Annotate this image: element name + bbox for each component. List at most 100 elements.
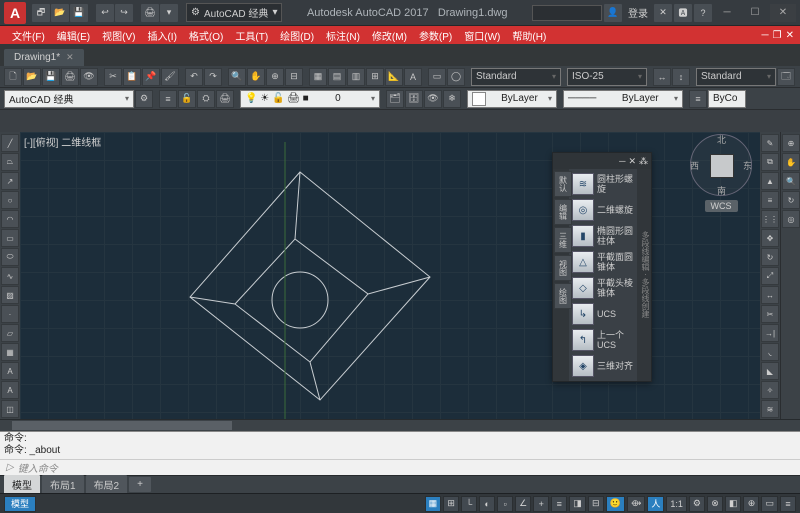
tool-btn[interactable]: 👁	[80, 68, 98, 86]
status-dyn-button[interactable]: +	[533, 496, 549, 512]
linetype-combo[interactable]: ──── ByLayer▾	[563, 90, 683, 108]
qat-button[interactable]: 💾	[70, 4, 88, 22]
palette-menu-icon[interactable]: ─	[619, 156, 625, 166]
line-tool[interactable]: ╱	[1, 134, 19, 152]
status-annoscale-button[interactable]: ⟴	[627, 496, 645, 512]
table-tool[interactable]: ▦	[1, 343, 19, 361]
viewcube-south[interactable]: 南	[717, 184, 726, 197]
status-grid-button[interactable]: ▦	[425, 496, 442, 512]
region-tool[interactable]: ▱	[1, 324, 19, 342]
tool-btn[interactable]: 👁	[424, 90, 442, 108]
layer-combo[interactable]: 💡 ☀ 🔓 🖨 ■ 0▾	[240, 90, 380, 108]
tool-btn[interactable]: ▦	[309, 68, 327, 86]
tool-btn[interactable]: ↔	[653, 68, 671, 86]
status-iso-button[interactable]: ◧	[725, 496, 742, 512]
scale-tool[interactable]: ⤢	[761, 267, 779, 285]
tool-btn[interactable]: 🖨	[216, 90, 234, 108]
palette-close-icon[interactable]: ✕	[628, 156, 636, 167]
palette-item[interactable]: ↳UCS	[571, 302, 635, 326]
viewcube[interactable]: ⌂ 北 南 东 西 WCS	[688, 134, 754, 212]
arc-tool[interactable]: ◠	[1, 210, 19, 228]
tool-btn[interactable]: ▤	[328, 68, 346, 86]
viewcube-home-icon[interactable]: ⌂	[686, 132, 692, 135]
tool-btn[interactable]: 💾	[42, 68, 60, 86]
chamfer-tool[interactable]: ◣	[761, 362, 779, 380]
nav-tool[interactable]: 🔍	[782, 172, 800, 190]
help-search-input[interactable]	[532, 5, 602, 21]
qat-dropdown-icon[interactable]: ▾	[160, 4, 178, 22]
style-combo[interactable]: Standard▾	[471, 68, 561, 86]
rotate-tool[interactable]: ↻	[761, 248, 779, 266]
tool-btn[interactable]: 🗔	[777, 68, 795, 86]
menu-tools[interactable]: 工具(T)	[229, 28, 274, 43]
tab-close-icon[interactable]: ✕	[66, 52, 74, 63]
status-track-button[interactable]: ∠	[515, 496, 531, 512]
polyline-tool[interactable]: ⏢	[1, 153, 19, 171]
status-transparency-button[interactable]: ◨	[569, 496, 586, 512]
status-model-button[interactable]: 模型	[4, 496, 36, 512]
fillet-tool[interactable]: ◟	[761, 343, 779, 361]
status-clean-button[interactable]: ▭	[761, 496, 778, 512]
tool-btn[interactable]: ⚙	[135, 90, 153, 108]
palette-item[interactable]: ↰上一个UCS	[571, 328, 635, 352]
palette-item[interactable]: △平截面圆锥体	[571, 250, 635, 274]
tool-btn[interactable]: ⊕	[266, 68, 284, 86]
qat-button[interactable]: ↩	[96, 4, 114, 22]
erase-tool[interactable]: ✎	[761, 134, 779, 152]
menu-edit[interactable]: 编辑(E)	[51, 28, 96, 43]
menu-modify[interactable]: 修改(M)	[366, 28, 413, 43]
move-tool[interactable]: ✥	[761, 229, 779, 247]
viewport-label[interactable]: [-][俯视] 二维线框	[24, 134, 101, 149]
close-button[interactable]: ✕	[770, 4, 796, 22]
nav-tool[interactable]: ◎	[782, 210, 800, 228]
nav-tool[interactable]: ⊕	[782, 134, 800, 152]
tool-btn[interactable]: ↷	[204, 68, 222, 86]
tool-btn[interactable]: ⛭	[197, 90, 215, 108]
command-input[interactable]: ▷ 键入命令	[0, 459, 800, 475]
ellipse-tool[interactable]: ⬭	[1, 248, 19, 266]
menu-parametric[interactable]: 参数(P)	[413, 28, 458, 43]
status-anno-button[interactable]: 🙂	[606, 496, 625, 512]
tool-btn[interactable]: ⊟	[285, 68, 303, 86]
status-ws-button[interactable]: ⚙	[689, 496, 705, 512]
horizontal-scrollbar[interactable]	[0, 419, 800, 431]
layout-tab-model[interactable]: 模型	[4, 475, 40, 494]
point-tool[interactable]: ·	[1, 305, 19, 323]
help-icon[interactable]: ?	[694, 4, 712, 22]
tool-btn[interactable]: ✋	[247, 68, 265, 86]
tool-btn[interactable]: ≡	[689, 90, 707, 108]
layout-tab[interactable]: 布局1	[42, 475, 84, 494]
menu-draw[interactable]: 绘图(D)	[274, 28, 320, 43]
mdi-close-icon[interactable]: ✕	[786, 30, 794, 41]
menu-format[interactable]: 格式(O)	[183, 28, 229, 43]
rectangle-tool[interactable]: ▭	[1, 229, 19, 247]
xline-tool[interactable]: ↗	[1, 172, 19, 190]
tool-btn[interactable]: ⊞	[366, 68, 384, 86]
tool-btn[interactable]: A	[404, 68, 422, 86]
menu-file[interactable]: 文件(F)	[6, 28, 51, 43]
palette-header[interactable]: ─ ✕ ⁂	[553, 153, 651, 169]
tool-btn[interactable]: 📐	[385, 68, 403, 86]
tool-btn[interactable]: ↶	[185, 68, 203, 86]
sign-in-button[interactable]: 👤	[604, 4, 622, 22]
stretch-tool[interactable]: ↔	[761, 286, 779, 304]
tool-btn[interactable]: 🔓	[178, 90, 196, 108]
circle-tool[interactable]: ○	[1, 191, 19, 209]
palette-item[interactable]: ◎二维螺旋	[571, 198, 635, 222]
tool-btn[interactable]: ◯	[447, 68, 465, 86]
minimize-button[interactable]: ─	[714, 4, 740, 22]
menu-window[interactable]: 窗口(W)	[458, 28, 506, 43]
workspace-combo[interactable]: AutoCAD 经典▾	[4, 90, 134, 108]
color-combo[interactable]: ByLayer▾	[467, 90, 557, 108]
menu-dimension[interactable]: 标注(N)	[320, 28, 366, 43]
menu-help[interactable]: 帮助(H)	[506, 28, 552, 43]
tool-btn[interactable]: 🔍	[228, 68, 246, 86]
layout-tab[interactable]: 布局2	[86, 475, 128, 494]
sign-in-label[interactable]: 登录	[628, 5, 648, 20]
textstyle-combo[interactable]: Standard▾	[696, 68, 776, 86]
viewcube-face[interactable]	[710, 154, 734, 178]
tool-btn[interactable]: 📌	[142, 68, 160, 86]
tool-btn[interactable]: ≡	[159, 90, 177, 108]
array-tool[interactable]: ⋮⋮	[761, 210, 779, 228]
mdi-restore-icon[interactable]: ❐	[773, 30, 782, 41]
